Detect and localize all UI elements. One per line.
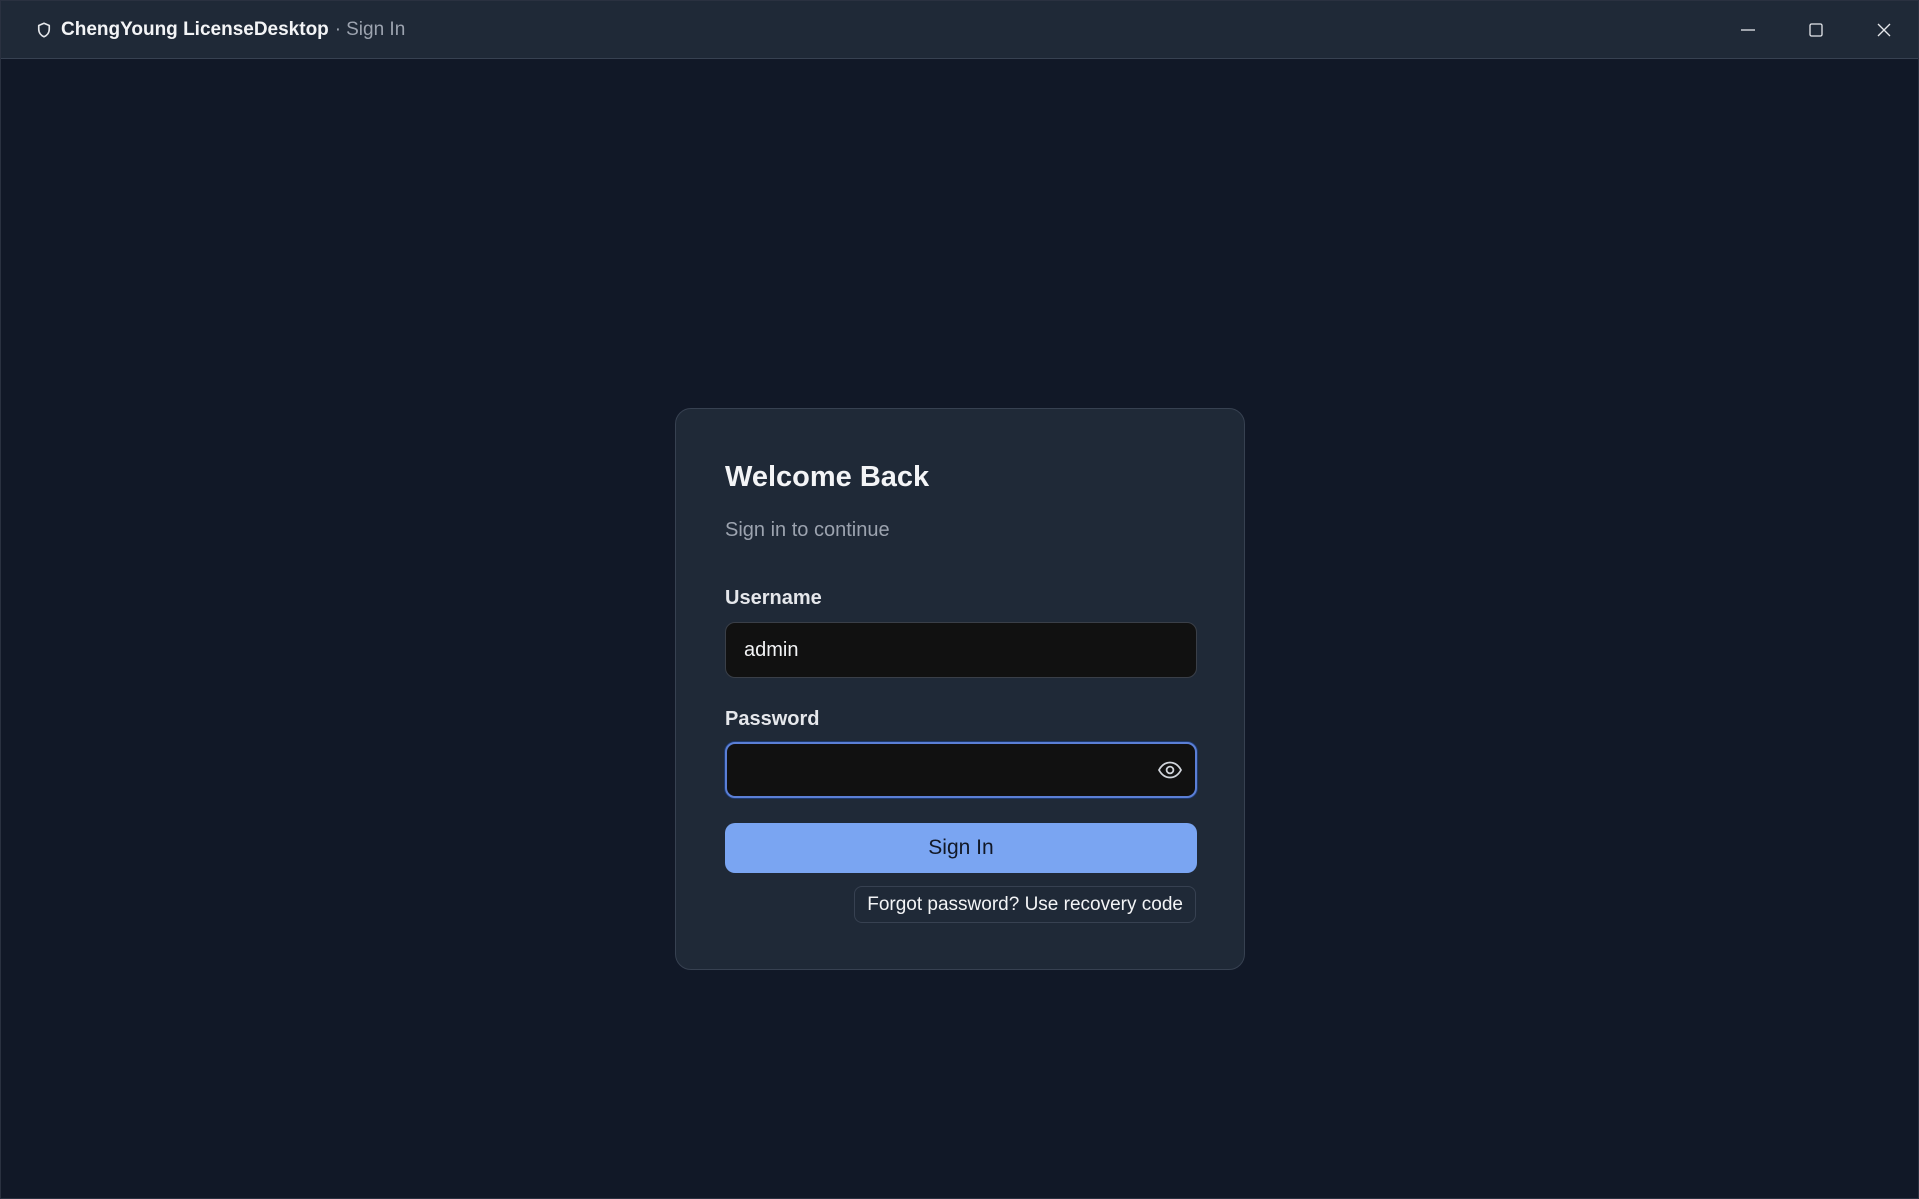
shield-icon	[35, 21, 53, 39]
minimize-button[interactable]	[1714, 1, 1782, 59]
app-window: ChengYoung LicenseDesktop · Sign In Welc…	[0, 0, 1919, 1199]
sign-in-button[interactable]: Sign In	[725, 823, 1197, 873]
maximize-button[interactable]	[1782, 1, 1850, 59]
page-name: Sign In	[346, 19, 406, 40]
window-controls	[1714, 1, 1918, 59]
main-content: Welcome Back Sign in to continue Usernam…	[1, 60, 1918, 1198]
title-bar[interactable]: ChengYoung LicenseDesktop · Sign In	[1, 1, 1918, 59]
app-name: ChengYoung LicenseDesktop	[61, 19, 329, 40]
eye-icon[interactable]	[1157, 759, 1183, 781]
close-icon	[1876, 22, 1892, 38]
forgot-password-button[interactable]: Forgot password? Use recovery code	[854, 886, 1196, 923]
username-label: Username	[725, 587, 822, 609]
title-separator: ·	[334, 19, 342, 40]
close-button[interactable]	[1850, 1, 1918, 59]
maximize-icon	[1808, 22, 1824, 38]
password-label: Password	[725, 708, 820, 730]
card-subtitle: Sign in to continue	[725, 519, 890, 541]
window-title: ChengYoung LicenseDesktop · Sign In	[35, 1, 405, 59]
password-input[interactable]	[725, 742, 1197, 798]
username-input[interactable]	[725, 622, 1197, 678]
minimize-icon	[1740, 22, 1756, 38]
card-title: Welcome Back	[725, 461, 930, 493]
sign-in-card: Welcome Back Sign in to continue Usernam…	[675, 408, 1245, 970]
